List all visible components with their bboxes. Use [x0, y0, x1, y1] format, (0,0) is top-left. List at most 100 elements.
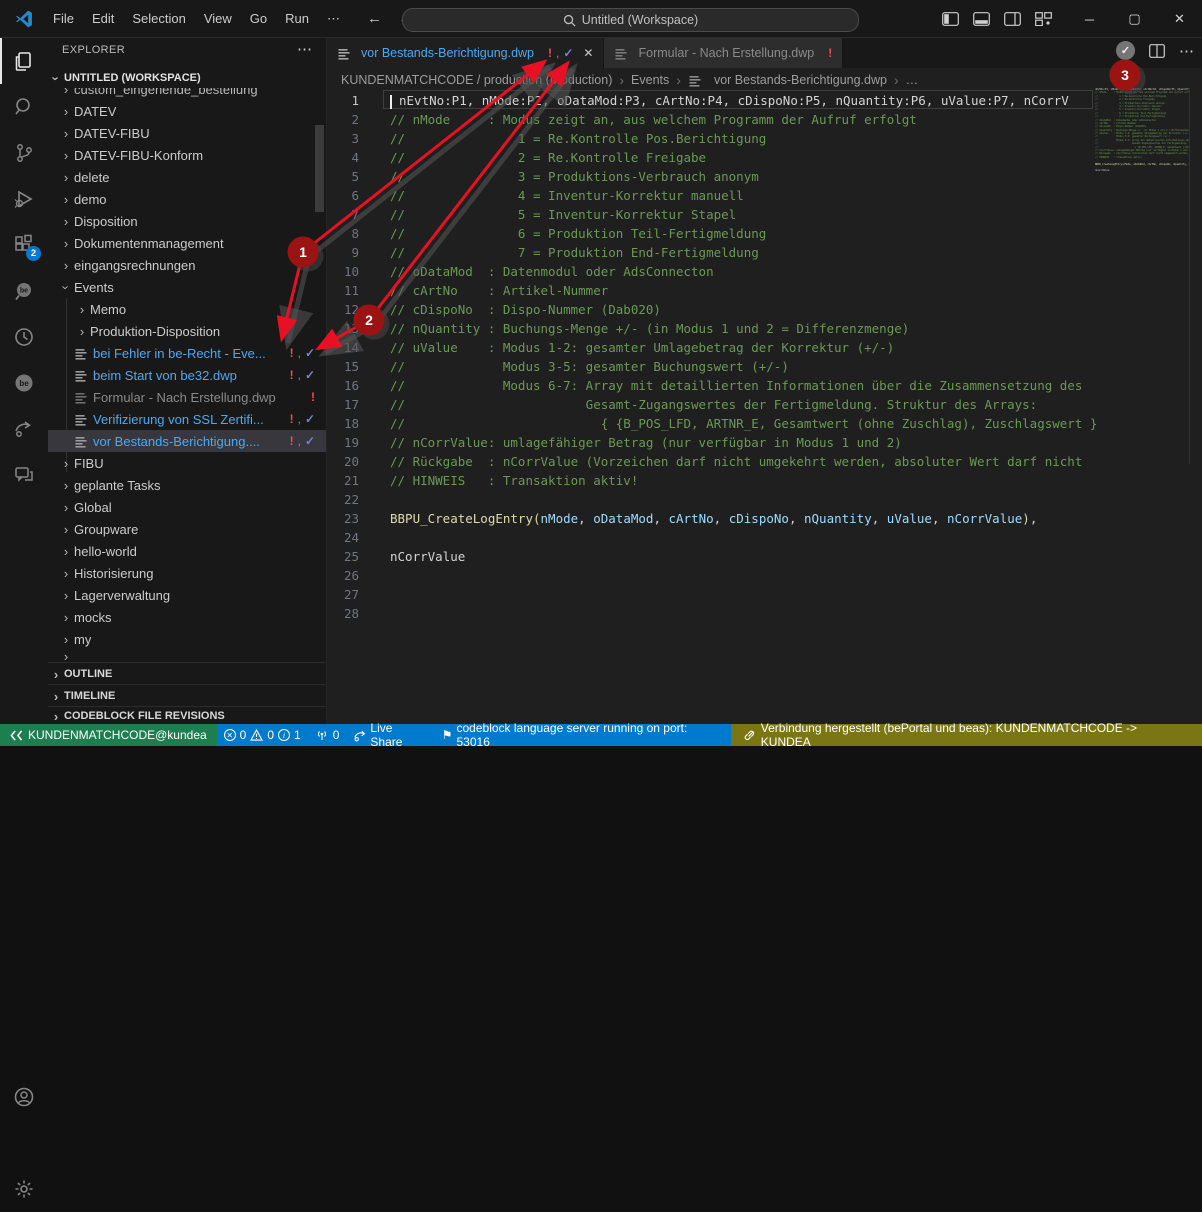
code-line[interactable]: 11// cArtNo : Artikel-Nummer — [327, 281, 1202, 300]
tree-item[interactable]: ›Dokumentenmanagement — [48, 232, 327, 254]
activity-live-share[interactable] — [0, 406, 48, 452]
activity-run-debug[interactable] — [0, 176, 48, 222]
tree-item[interactable]: ›mocks — [48, 606, 327, 628]
code-line[interactable]: 23BBPU_CreateLogEntry(nMode, oDataMod, c… — [327, 509, 1202, 528]
code-line[interactable]: 21// HINWEIS : Transaktion aktiv! — [327, 471, 1202, 490]
tree-item[interactable]: ›Groupware — [48, 518, 327, 540]
code-line[interactable]: 13// nQuantity : Buchungs-Menge +/- (in … — [327, 319, 1202, 338]
toggle-panel-button[interactable] — [973, 12, 990, 26]
tree-item[interactable]: ›eingangsrechnungen — [48, 254, 327, 276]
status-remote[interactable]: KUNDENMATCHCODE@kundea — [0, 724, 217, 746]
tree-item[interactable]: ›demo — [48, 188, 327, 210]
tree-item[interactable]: ›geplante Tasks — [48, 474, 327, 496]
status-ports[interactable]: 0 — [308, 724, 347, 746]
activity-be[interactable]: be — [0, 360, 48, 406]
breadcrumb-item[interactable]: vor Bestands-Berichtigung.dwp — [714, 73, 887, 87]
command-center[interactable]: Untitled (Workspace) — [402, 8, 859, 32]
code-line[interactable]: 17// Gesamt-Zugangswertes der Fertigmeld… — [327, 395, 1202, 414]
toggle-sidebar-button[interactable] — [942, 12, 959, 26]
tree-item[interactable]: ›Memo — [48, 298, 327, 320]
tree-item[interactable]: ›Events — [48, 276, 327, 298]
code-line[interactable]: 18// { {B_POS_LFD, ARTNR_E, Gesamtwert (… — [327, 414, 1202, 433]
tree-item[interactable]: ›DATEV-FIBU — [48, 122, 327, 144]
menu-item-file[interactable]: File — [44, 11, 83, 27]
maximize-button[interactable]: ▢ — [1112, 0, 1157, 38]
tree-item[interactable]: ›DATEV — [48, 100, 327, 122]
code-editor[interactable]: 1nEvtNo:P1, nMode:P2, oDataMod:P3, cArtN… — [327, 91, 1202, 724]
code-line[interactable]: 27 — [327, 585, 1202, 604]
tree-item[interactable]: › — [48, 650, 327, 662]
code-line[interactable]: 1nEvtNo:P1, nMode:P2, oDataMod:P3, cArtN… — [327, 91, 1202, 110]
activity-history[interactable] — [0, 314, 48, 360]
code-line[interactable]: 12// cDispoNo : Dispo-Nummer (Dab020) — [327, 300, 1202, 319]
tab-close-button[interactable]: ✕ — [583, 46, 593, 60]
code-line[interactable]: 28 — [327, 604, 1202, 623]
sidebar-section-outline[interactable]: ›OUTLINE — [48, 662, 327, 685]
minimap[interactable]: nEvtNo:P1, nMode:P2, oDataMod:P3, cArtNo… — [1095, 88, 1189, 468]
activity-explorer[interactable] — [0, 38, 48, 84]
code-line[interactable]: 6// 4 = Inventur-Korrektur manuell — [327, 186, 1202, 205]
code-line[interactable]: 15// Modus 3-5: gesamter Buchungswert (+… — [327, 357, 1202, 376]
tree-item[interactable]: ›DATEV-FIBU-Konform — [48, 144, 327, 166]
code-line[interactable]: 8// 6 = Produktion Teil-Fertigmeldung — [327, 224, 1202, 243]
sidebar-section-codeblock-file-revisions[interactable]: ›CODEBLOCK FILE REVISIONS — [48, 706, 327, 724]
code-line[interactable]: 3// 1 = Re.Kontrolle Pos.Berichtigung — [327, 129, 1202, 148]
activity-extensions[interactable]: 2 — [0, 222, 48, 268]
tree-item[interactable]: bei Fehler in be-Recht - Eve...!,✓ — [48, 342, 327, 364]
status-connection[interactable]: Verbindung hergestellt (bePortal und bea… — [731, 724, 1202, 746]
menu-item-[interactable]: ⋯ — [318, 11, 349, 27]
toggle-secondary-sidebar-button[interactable] — [1004, 12, 1021, 26]
activity-search[interactable] — [0, 84, 48, 130]
code-line[interactable]: 14// uValue : Modus 1-2: gesamter Umlage… — [327, 338, 1202, 357]
close-button[interactable]: ✕ — [1157, 0, 1202, 38]
code-line[interactable]: 5// 3 = Produktions-Verbrauch anonym — [327, 167, 1202, 186]
tree-item[interactable]: ›hello-world — [48, 540, 327, 562]
tree-item[interactable]: vor Bestands-Berichtigung....!,✓ — [48, 430, 327, 452]
tree-item[interactable]: Formular - Nach Erstellung.dwp! — [48, 386, 327, 408]
code-line[interactable]: 25nCorrValue — [327, 547, 1202, 566]
activity-source-control[interactable] — [0, 130, 48, 176]
menu-item-run[interactable]: Run — [276, 11, 318, 27]
workspace-header[interactable]: › UNTITLED (WORKSPACE) — [48, 68, 327, 88]
editor-scrollbar[interactable] — [1189, 88, 1190, 464]
menu-item-view[interactable]: View — [195, 11, 241, 27]
editor-tab[interactable]: vor Bestands-Berichtigung.dwp!,✓✕ — [327, 38, 604, 68]
code-line[interactable]: 2// nMode : Modus zeigt an, aus welchem … — [327, 110, 1202, 129]
history-back-button[interactable]: ← — [367, 10, 382, 27]
code-line[interactable]: 7// 5 = Inventur-Korrektur Stapel — [327, 205, 1202, 224]
breadcrumb-item[interactable]: Events — [631, 73, 669, 87]
code-line[interactable]: 10// oDataMod : Datenmodul oder AdsConne… — [327, 262, 1202, 281]
tree-item[interactable]: ›FIBU — [48, 452, 327, 474]
account-button[interactable] — [0, 1074, 48, 1120]
tree-item[interactable]: beim Start von be32.dwp!,✓ — [48, 364, 327, 386]
status-live-share[interactable]: Live Share — [346, 724, 434, 746]
code-line[interactable]: 16// Modus 6-7: Array mit detaillierten … — [327, 376, 1202, 395]
code-line[interactable]: 20// Rückgabe : nCorrValue (Vorzeichen d… — [327, 452, 1202, 471]
code-line[interactable]: 22 — [327, 490, 1202, 509]
tree-item[interactable]: ›Historisierung — [48, 562, 327, 584]
code-line[interactable]: 4// 2 = Re.Kontrolle Freigabe — [327, 148, 1202, 167]
sidebar-section-timeline[interactable]: ›TIMELINE — [48, 684, 327, 707]
menu-item-go[interactable]: Go — [241, 11, 276, 27]
tree-item[interactable]: ›Disposition — [48, 210, 327, 232]
menu-item-edit[interactable]: Edit — [83, 11, 123, 27]
menu-item-selection[interactable]: Selection — [123, 11, 194, 27]
tree-item[interactable]: Verifizierung von SSL Zertifi...!,✓ — [48, 408, 327, 430]
customize-layout-button[interactable] — [1035, 12, 1052, 26]
code-line[interactable]: 26 — [327, 566, 1202, 585]
tree-item[interactable]: ›my — [48, 628, 327, 650]
activity-comments[interactable] — [0, 452, 48, 498]
status-problems[interactable]: ✕0 0 i1 — [217, 724, 308, 746]
activity-be-search[interactable]: be — [0, 268, 48, 314]
tree-item[interactable]: ›Lagerverwaltung — [48, 584, 327, 606]
code-line[interactable]: 24 — [327, 528, 1202, 547]
code-line[interactable]: 19// nCorrValue: umlagefähiger Betrag (n… — [327, 433, 1202, 452]
minimize-button[interactable]: ─ — [1067, 0, 1112, 38]
status-lang-server[interactable]: ⚑ codeblock language server running on p… — [435, 724, 731, 746]
split-editor-button[interactable] — [1149, 44, 1165, 58]
tree-item[interactable]: ›Global — [48, 496, 327, 518]
breadcrumb-item[interactable]: KUNDENMATCHCODE / production (production… — [341, 73, 612, 87]
tree-item[interactable]: ›delete — [48, 166, 327, 188]
code-line[interactable]: 9// 7 = Produktion End-Fertigmeldung — [327, 243, 1202, 262]
settings-gear-button[interactable] — [0, 1166, 48, 1212]
